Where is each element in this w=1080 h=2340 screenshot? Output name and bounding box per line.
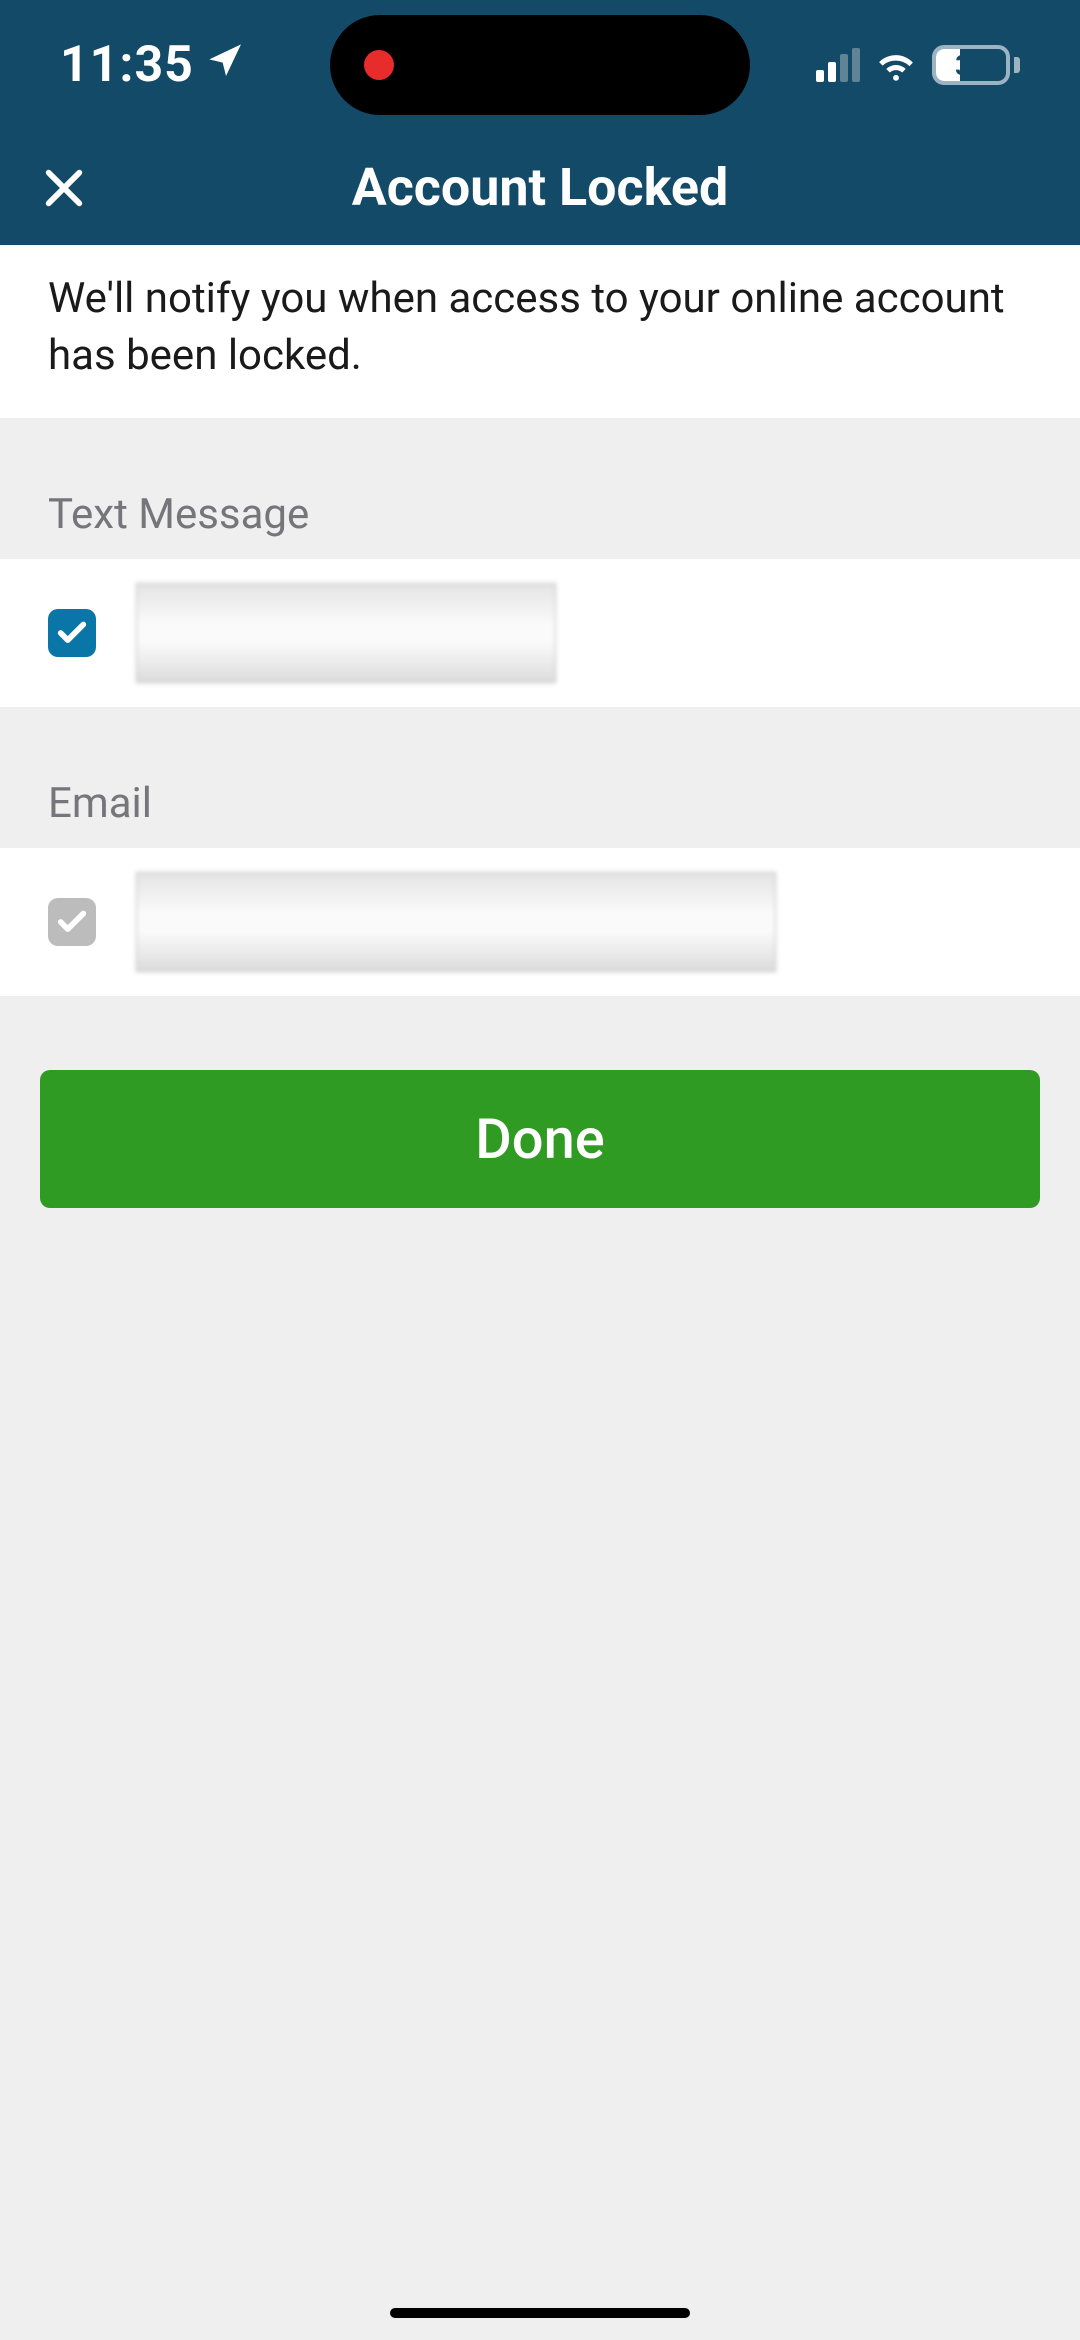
status-right: 34	[816, 41, 1020, 89]
status-left: 11:35	[60, 36, 246, 94]
battery-percent: 34	[955, 49, 987, 82]
checkbox-text-message[interactable]	[48, 609, 96, 657]
done-button[interactable]: Done	[40, 1070, 1040, 1208]
section-label-email: Email	[0, 707, 1080, 848]
wifi-icon	[874, 41, 918, 89]
check-icon	[55, 616, 89, 650]
battery-icon: 34	[932, 45, 1020, 85]
status-time: 11:35	[60, 36, 194, 94]
location-icon	[206, 36, 246, 94]
close-icon	[41, 165, 87, 211]
email-value-redacted	[136, 872, 776, 972]
page-title: Account Locked	[352, 157, 728, 218]
checkbox-email[interactable]	[48, 898, 96, 946]
recording-indicator-icon	[364, 50, 394, 80]
section-label-text-message: Text Message	[0, 418, 1080, 559]
dynamic-island	[330, 15, 750, 115]
home-indicator[interactable]	[390, 2308, 690, 2318]
option-row-text-message[interactable]	[0, 559, 1080, 707]
check-icon	[55, 905, 89, 939]
text-message-value-redacted	[136, 583, 556, 683]
nav-bar: Account Locked	[0, 130, 1080, 245]
option-row-email[interactable]	[0, 848, 1080, 996]
cellular-signal-icon	[816, 48, 860, 82]
top-region: 11:35 34	[0, 0, 1080, 245]
status-bar: 11:35 34	[0, 0, 1080, 130]
description-text: We'll notify you when access to your onl…	[0, 245, 1080, 418]
close-button[interactable]	[34, 158, 94, 218]
